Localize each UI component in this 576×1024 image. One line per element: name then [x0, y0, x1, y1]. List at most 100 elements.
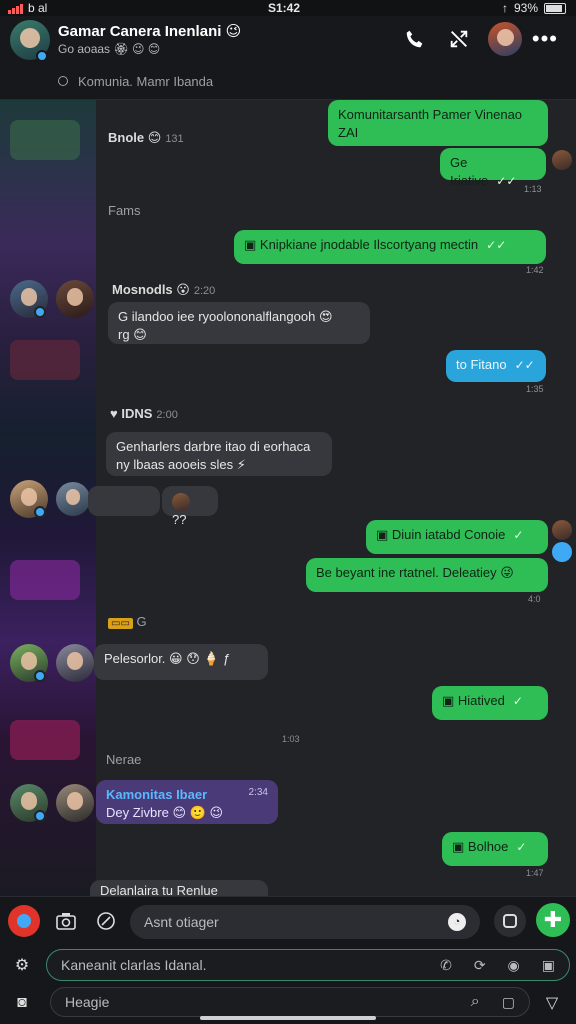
message-text: G ilandoo iee ryoolononalflangooh — [118, 309, 316, 324]
community-label[interactable]: Komunia. Mamr Ibanda — [78, 74, 213, 89]
message-input-placeholder: Asnt otiager — [144, 914, 219, 930]
message-time: 4:0 — [528, 594, 541, 604]
attachment-icon: ▣ — [452, 839, 468, 854]
carrier-label: b al — [28, 1, 48, 15]
sender-name: ♥ IDNS 2:00 — [110, 406, 178, 421]
emoji-icon[interactable]: ◔ — [448, 913, 466, 931]
read-check-icon: ✓ — [513, 528, 524, 542]
camera-app-icon[interactable] — [8, 905, 40, 937]
read-check-icon: ✓✓ — [496, 173, 517, 188]
read-check-icon: ✓✓ — [514, 358, 535, 372]
art-glow — [10, 560, 80, 600]
chat-title[interactable]: Gamar Canera Inenlani 😉 — [58, 22, 241, 40]
chat-title-text: Gamar Canera Inenlani — [58, 23, 222, 40]
chat-icon[interactable]: ◙ — [8, 989, 36, 1017]
message-bubble-outgoing[interactable]: ▣ Hiatived ✓ — [432, 686, 548, 720]
chat-subtitle: Go aoaas 🏵 😉 😊 — [58, 42, 160, 56]
home-indicator[interactable] — [200, 1016, 376, 1020]
message-bubble-outgoing[interactable]: ▣ Bolhoe ✓ — [442, 832, 548, 866]
message-text: ZAI — [338, 124, 359, 140]
sticker-avatar — [172, 492, 190, 511]
subtitle-emojis: 🏵 😉 😊 — [113, 42, 161, 56]
sender-avatar[interactable] — [56, 482, 90, 516]
secondary-input-text: Kaneanit clarlas Idanal. — [61, 957, 207, 973]
message-bubble-incoming[interactable]: Delanlaira tu Renlue — [90, 880, 268, 896]
community-icon — [58, 76, 68, 86]
message-bubble-outgoing[interactable]: to Fitano ✓✓ — [446, 350, 546, 382]
record-icon[interactable]: ◉ — [508, 957, 520, 974]
message-bubble-incoming[interactable] — [88, 486, 160, 516]
message-text: Be beyant ine rtatnel. Deleatiey — [316, 565, 497, 580]
phone-icon[interactable] — [404, 28, 426, 56]
message-text: ?? — [172, 511, 187, 527]
sender-avatar[interactable] — [56, 280, 94, 318]
send-button[interactable]: ✚ — [536, 903, 570, 937]
sender-name: Bnole 😊 131 — [108, 130, 184, 145]
message-time: 1:03 — [282, 734, 300, 744]
attachment-icon: ▣ — [376, 527, 392, 542]
message-text: Bolhoe — [467, 839, 509, 854]
message-bubble-outgoing[interactable]: Komunitarsanth Pamer Vinenao ZAI — [328, 100, 548, 146]
attachment-icon: ▣ — [244, 237, 260, 252]
message-text: Pelesorlor. — [104, 651, 166, 666]
search-input[interactable]: Heagie ⌕ ▢ — [50, 987, 530, 1017]
message-list[interactable]: Komunitarsanth Pamer Vinenao ZAI Bnole 😊… — [10, 100, 576, 896]
attachment-icon: ▣ — [442, 693, 458, 708]
signal-icon — [8, 3, 23, 14]
title-emoji: 😉 — [225, 23, 242, 40]
message-bubble-outgoing[interactable]: Ge Iriative ✓✓ — [440, 148, 546, 188]
wifi-icon: ↑ — [501, 1, 508, 15]
sender-name: Mosnodls 😮 2:20 — [112, 282, 216, 297]
section-label: Fams — [108, 203, 141, 218]
composer-bar: Asnt otiager ◔ ✚ ⚙ Kaneanit clarlas Idan… — [0, 896, 576, 1024]
reader-avatar — [552, 542, 572, 562]
sender-avatar[interactable] — [56, 784, 94, 822]
chat-header: Gamar Canera Inenlani 😉 Go aoaas 🏵 😉 😊 •… — [0, 16, 576, 100]
art-glow — [10, 120, 80, 160]
verified-badge — [34, 306, 46, 318]
section-label: Nerae — [106, 752, 142, 767]
phone-icon[interactable]: ✆ — [440, 957, 452, 974]
message-time: 1:42 — [526, 265, 544, 275]
expand-icon[interactable] — [448, 28, 470, 56]
message-bubble-incoming[interactable]: ?? — [162, 486, 218, 527]
message-text: to Fitano — [456, 357, 507, 372]
message-time: 1:13 — [524, 184, 542, 194]
verified-badge — [36, 50, 48, 62]
message-bubble-incoming[interactable]: Genharlers darbre itao di eorhaca ny lba… — [106, 432, 332, 476]
sticker-shape — [503, 914, 517, 928]
art-glow — [10, 340, 80, 380]
message-bubble-outgoing[interactable]: ▣ Diuin iatabd Conoie ✓ — [366, 520, 548, 554]
lock-icon[interactable]: ▣ — [542, 957, 555, 974]
tag-icon: ▭▭ — [108, 618, 133, 629]
message-bubble-outgoing[interactable]: ▣ Knipkiane jnodable Ilscortyang mectin ✓… — [234, 230, 546, 264]
sender-avatar[interactable] — [56, 644, 94, 682]
message-bubble-incoming[interactable]: Pelesorlor. 😀 😯 🍦 ƒ — [94, 644, 268, 680]
camera-icon[interactable] — [50, 905, 82, 937]
dropdown-icon[interactable]: ▽ — [538, 989, 566, 1017]
message-emoji: 😜 — [500, 565, 514, 580]
read-check-icon: ✓✓ — [486, 238, 507, 252]
message-text: Ge Iriative — [450, 155, 489, 188]
sticker-icon[interactable] — [494, 905, 526, 937]
verified-badge — [34, 670, 46, 682]
search-icon[interactable]: ⌕ — [471, 993, 480, 1011]
refresh-icon[interactable]: ⟳ — [474, 957, 486, 974]
mouse-icon[interactable]: ▢ — [502, 994, 515, 1011]
settings-icon[interactable]: ⚙ — [8, 951, 36, 979]
message-text: Komunitarsanth Pamer Vinenao — [338, 107, 523, 122]
message-bubble-incoming[interactable]: G ilandoo iee ryoolononalflangooh 😍 rg 😊 — [108, 302, 370, 344]
secondary-input[interactable]: Kaneanit clarlas Idanal. ✆ ⟳ ◉ ▣ — [46, 949, 570, 981]
battery-percent: 93% — [513, 1, 538, 15]
message-bubble-incoming[interactable]: Kamonitas Ibaer 2:34 Dey Zivbre 😊 🙂 😉 — [96, 780, 278, 824]
attach-icon[interactable] — [90, 905, 122, 937]
user-avatar[interactable] — [488, 22, 522, 56]
subtitle-text: Go aoaas — [58, 42, 111, 56]
camera-lens-icon — [17, 914, 31, 928]
more-icon[interactable]: ••• — [532, 26, 558, 52]
heart-icon: ♥ — [110, 406, 122, 421]
message-text: Delanlaira tu Renlue — [100, 883, 218, 896]
message-bubble-outgoing[interactable]: Be beyant ine rtatnel. Deleatiey 😜 — [306, 558, 548, 592]
reader-avatar — [552, 150, 572, 170]
message-input[interactable]: Asnt otiager ◔ — [130, 905, 480, 939]
